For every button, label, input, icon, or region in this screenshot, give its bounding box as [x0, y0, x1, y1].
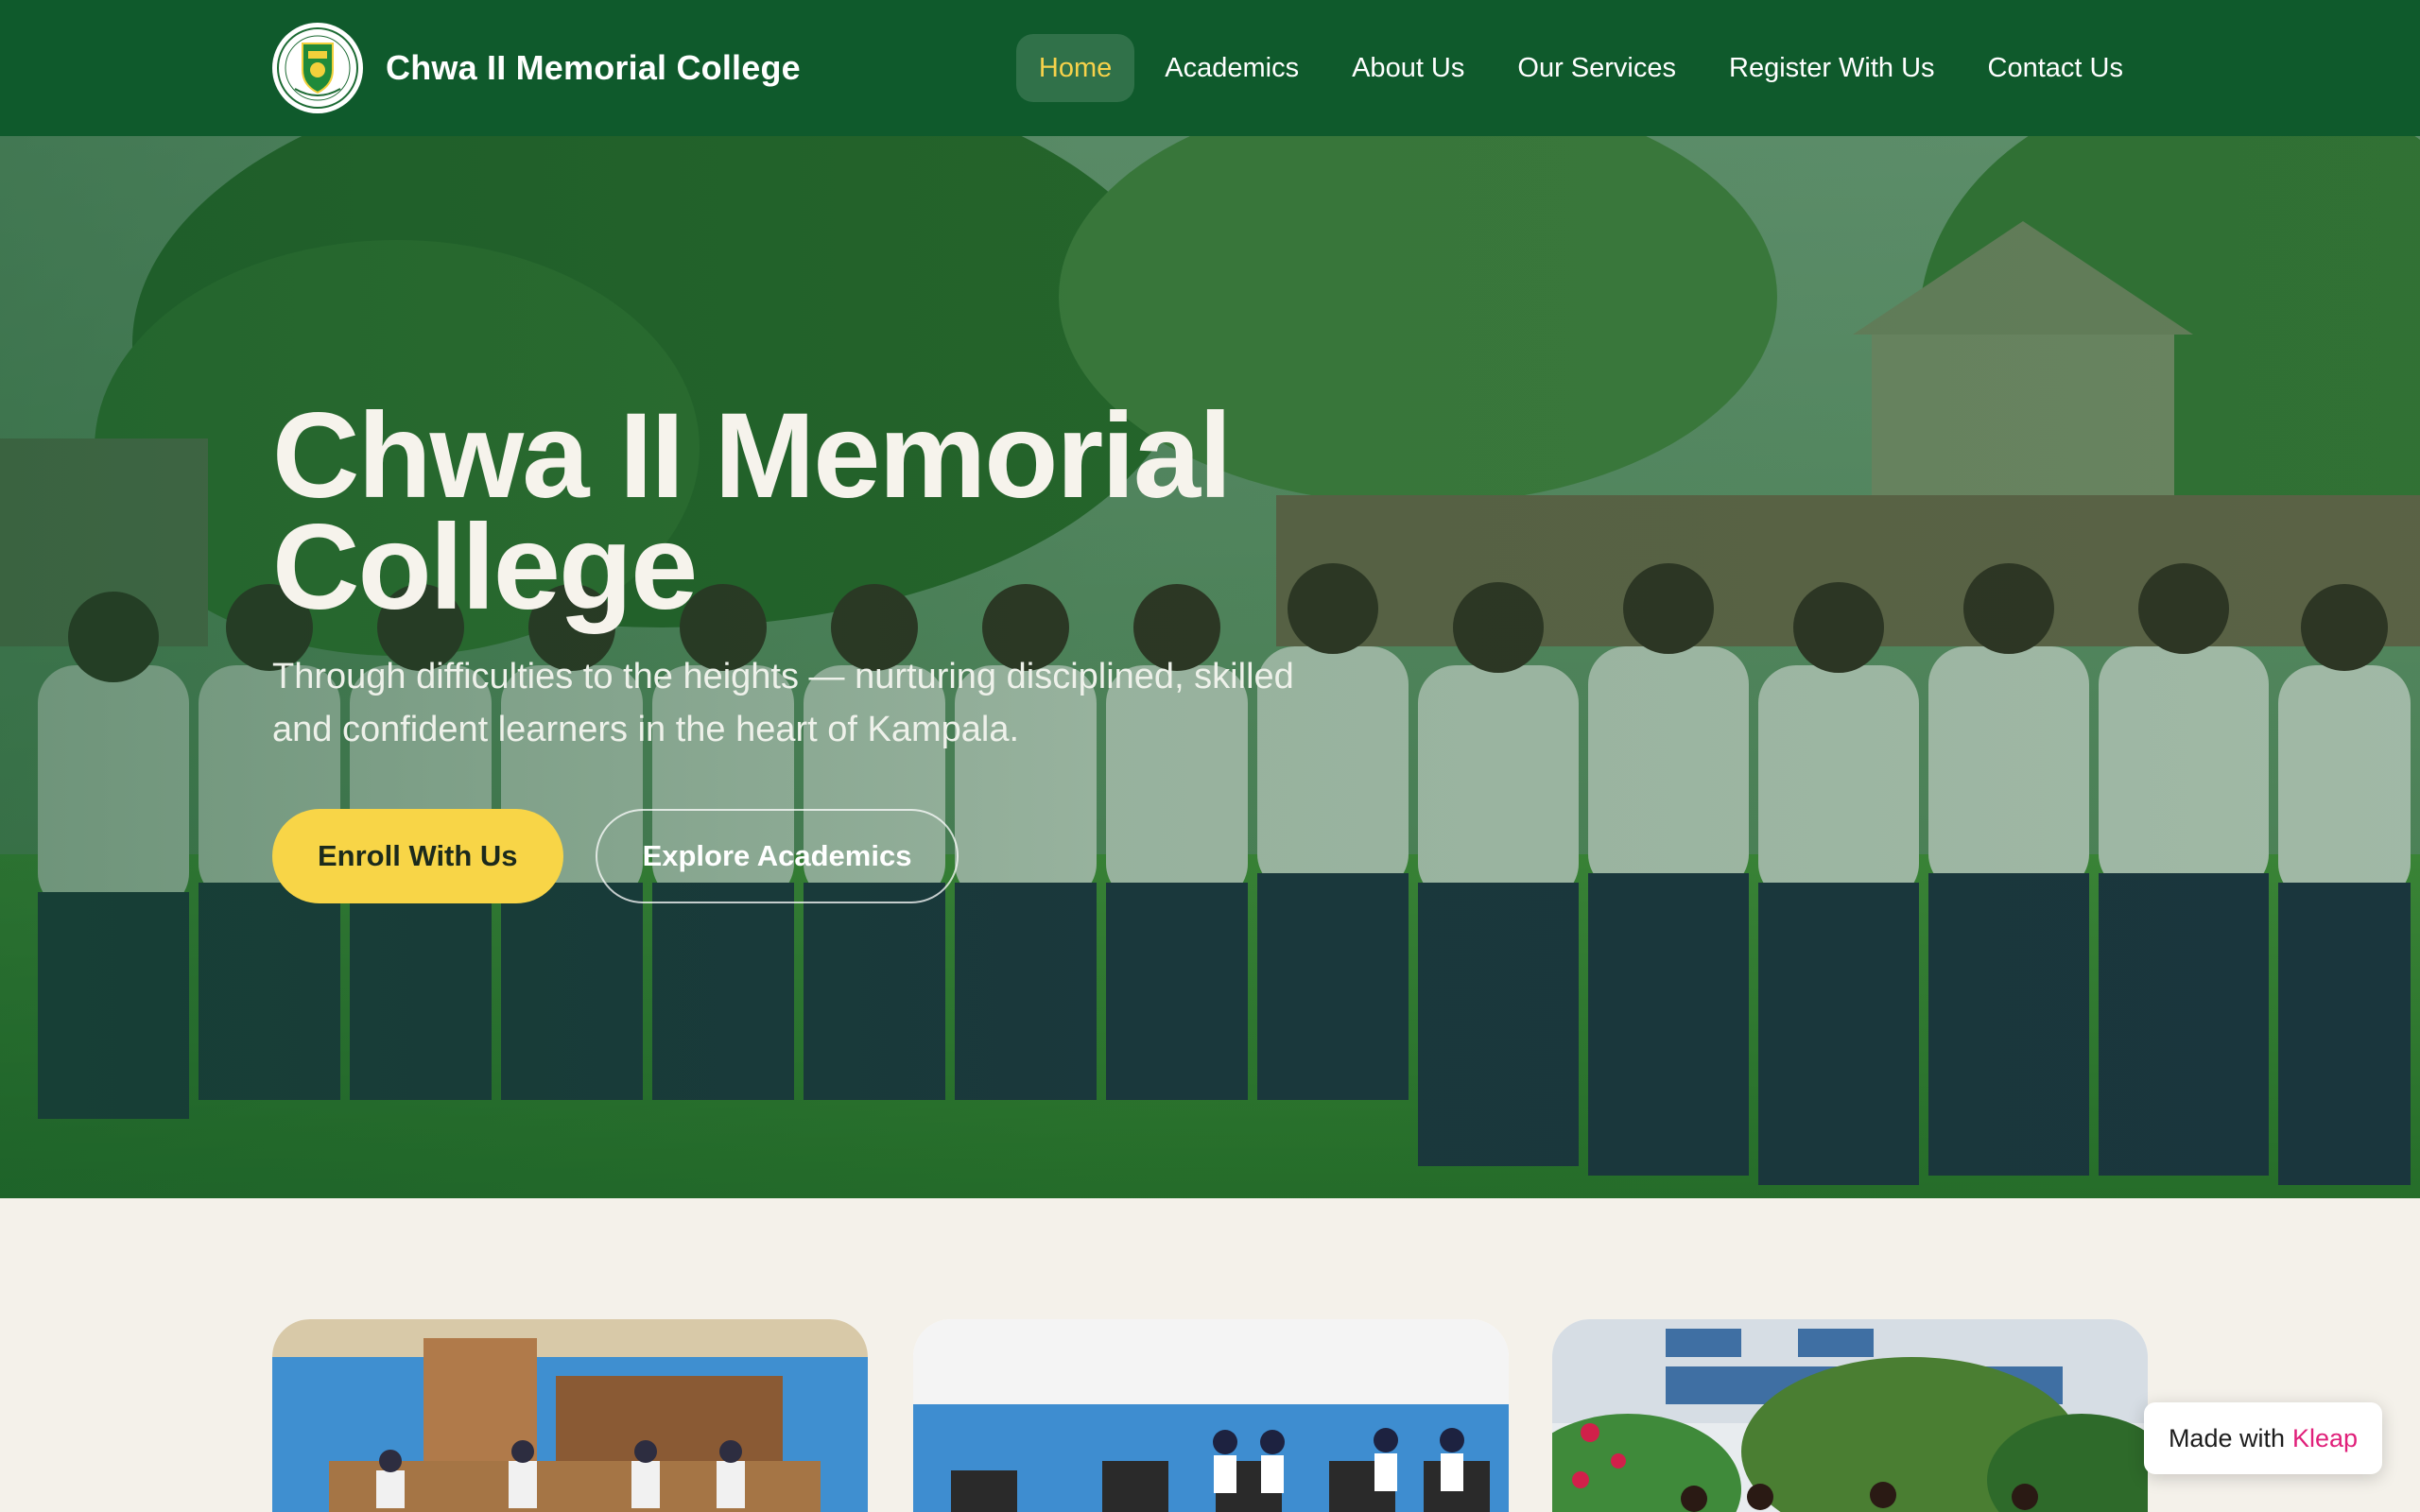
hero-title: Chwa II Memorial College: [272, 396, 1407, 628]
nav-about-us[interactable]: About Us: [1329, 34, 1487, 102]
campus-garden-card[interactable]: [1552, 1319, 2148, 1512]
computer-lab-card[interactable]: [913, 1319, 1509, 1512]
nav-contact-us[interactable]: Contact Us: [1965, 34, 2146, 102]
campus-garden-photo: [1552, 1319, 2148, 1512]
hero-section: Chwa II Memorial College Through difficu…: [0, 136, 2420, 1198]
hero-title-line2: College: [272, 500, 698, 635]
nav-register[interactable]: Register With Us: [1706, 34, 1958, 102]
nav-home[interactable]: Home: [1015, 34, 1135, 102]
brand-link[interactable]: Chwa II Memorial College: [272, 23, 801, 113]
hero-subtitle: Through difficulties to the heights — nu…: [272, 657, 1294, 749]
hero-content: Chwa II Memorial College Through difficu…: [272, 396, 1407, 903]
feature-cards-section: [0, 1198, 2420, 1512]
computer-lab-photo: [913, 1319, 1509, 1512]
school-crest-icon: [272, 23, 363, 113]
explore-academics-button[interactable]: Explore Academics: [595, 809, 959, 903]
classroom-photo: [272, 1319, 868, 1512]
main-nav: Home Academics About Us Our Services Reg…: [1015, 34, 2146, 102]
classroom-card[interactable]: [272, 1319, 868, 1512]
badge-prefix: Made with: [2168, 1423, 2285, 1452]
top-navbar: Chwa II Memorial College Home Academics …: [0, 0, 2420, 136]
nav-academics[interactable]: Academics: [1142, 34, 1322, 102]
made-with-kleap-badge[interactable]: Made with Kleap: [2144, 1402, 2382, 1474]
hero-actions: Enroll With Us Explore Academics: [272, 809, 1407, 903]
badge-brand: Kleap: [2292, 1423, 2359, 1452]
brand-name: Chwa II Memorial College: [386, 48, 801, 87]
nav-our-services[interactable]: Our Services: [1495, 34, 1699, 102]
enroll-button[interactable]: Enroll With Us: [272, 809, 563, 903]
